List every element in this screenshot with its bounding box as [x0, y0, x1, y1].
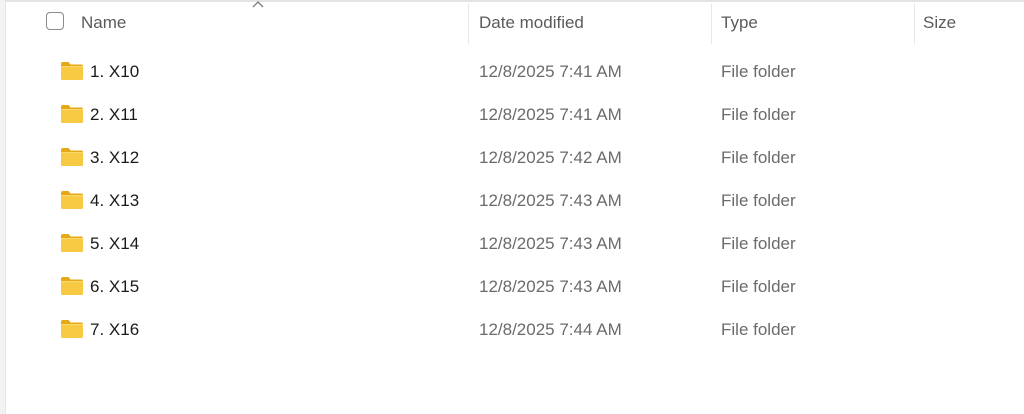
- item-type: File folder: [721, 105, 796, 124]
- folder-icon: [61, 191, 83, 209]
- list-item[interactable]: 5. X14 12/8/2025 7:43 AM File folder: [5, 222, 1024, 265]
- column-header-size[interactable]: Size: [923, 2, 1023, 44]
- item-name: 4. X13: [90, 191, 140, 210]
- item-date-modified: 12/8/2025 7:43 AM: [479, 234, 622, 253]
- item-date-modified: 12/8/2025 7:41 AM: [479, 62, 622, 81]
- column-header-type[interactable]: Type: [721, 2, 913, 44]
- item-name: 3. X12: [90, 148, 140, 167]
- list-item[interactable]: 7. X16 12/8/2025 7:44 AM File folder: [5, 308, 1024, 351]
- column-header-row: Name Date modified Type Size: [5, 1, 1024, 44]
- item-type: File folder: [721, 320, 796, 339]
- item-name: 5. X14: [90, 234, 140, 253]
- item-type: File folder: [721, 277, 796, 296]
- item-name: 6. X15: [90, 277, 140, 296]
- list-item[interactable]: 3. X12 12/8/2025 7:42 AM File folder: [5, 136, 1024, 179]
- list-item[interactable]: 6. X15 12/8/2025 7:43 AM File folder: [5, 265, 1024, 308]
- folder-icon: [61, 320, 83, 338]
- item-date-modified: 12/8/2025 7:43 AM: [479, 191, 622, 210]
- folder-icon: [61, 62, 83, 80]
- column-divider[interactable]: [914, 4, 915, 44]
- item-date-modified: 12/8/2025 7:41 AM: [479, 105, 622, 124]
- item-type: File folder: [721, 62, 796, 81]
- file-list-pane: Name Date modified Type Size 1. X10 12/8…: [0, 0, 1024, 414]
- column-divider[interactable]: [468, 4, 469, 44]
- item-name: 2. X11: [90, 105, 138, 124]
- item-date-modified: 12/8/2025 7:44 AM: [479, 320, 622, 339]
- file-list: 1. X10 12/8/2025 7:41 AM File folder 2. …: [5, 50, 1024, 351]
- list-item[interactable]: 1. X10 12/8/2025 7:41 AM File folder: [5, 50, 1024, 93]
- item-date-modified: 12/8/2025 7:42 AM: [479, 148, 622, 167]
- list-item[interactable]: 4. X13 12/8/2025 7:43 AM File folder: [5, 179, 1024, 222]
- list-item[interactable]: 2. X11 12/8/2025 7:41 AM File folder: [5, 93, 1024, 136]
- item-date-modified: 12/8/2025 7:43 AM: [479, 277, 622, 296]
- item-name: 1. X10: [90, 62, 140, 81]
- column-header-type-label: Type: [721, 13, 758, 32]
- column-header-name[interactable]: Name: [81, 2, 467, 44]
- column-header-date-label: Date modified: [479, 13, 584, 32]
- item-type: File folder: [721, 191, 796, 210]
- column-header-date-modified[interactable]: Date modified: [479, 2, 711, 44]
- column-header-size-label: Size: [923, 13, 957, 32]
- item-name: 7. X16: [90, 320, 140, 339]
- folder-icon: [61, 234, 83, 252]
- column-header-name-label: Name: [81, 13, 127, 32]
- select-all-checkbox[interactable]: [46, 12, 64, 30]
- item-type: File folder: [721, 148, 796, 167]
- folder-icon: [61, 105, 83, 123]
- item-type: File folder: [721, 234, 796, 253]
- folder-icon: [61, 148, 83, 166]
- folder-icon: [61, 277, 83, 295]
- column-divider[interactable]: [711, 4, 712, 44]
